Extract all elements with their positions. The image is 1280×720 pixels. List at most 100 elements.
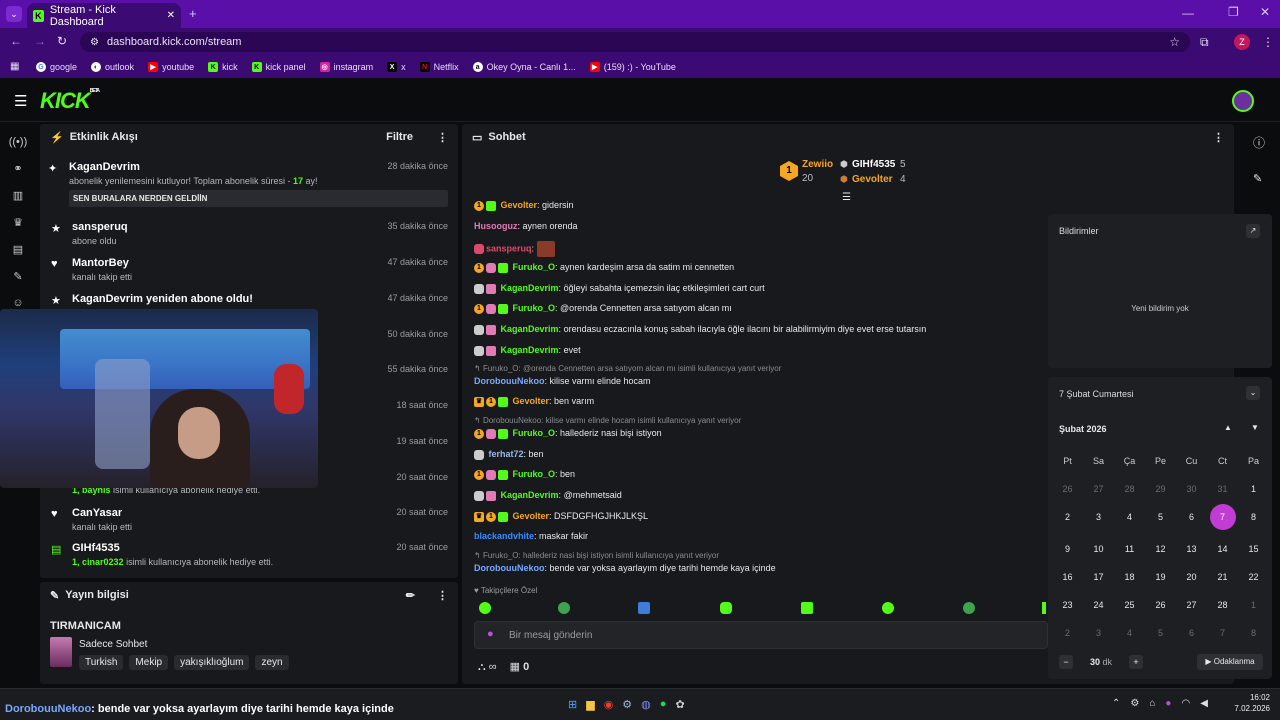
calendar-day[interactable]: 6: [1176, 624, 1207, 642]
calendar-day[interactable]: 16: [1052, 568, 1083, 586]
calendar-day[interactable]: 2: [1052, 508, 1083, 526]
bookmark-kick-panel[interactable]: Kkick panel: [251, 62, 306, 72]
calendar-day[interactable]: 31: [1207, 480, 1238, 498]
calendar-day[interactable]: 18: [1114, 568, 1145, 586]
edit-icon[interactable]: ✏: [406, 589, 415, 602]
user-avatar[interactable]: [1232, 90, 1254, 112]
open-notifications-icon[interactable]: ↗: [1246, 224, 1260, 238]
emote-icon[interactable]: [720, 602, 732, 614]
calendar-day[interactable]: 14: [1207, 540, 1238, 558]
previous-month-icon[interactable]: ▲: [1224, 423, 1232, 432]
kick-logo[interactable]: KICKBETA: [40, 88, 100, 114]
bookmark-google[interactable]: Ggoogle: [36, 62, 77, 72]
more-options-icon[interactable]: ⋮: [437, 131, 448, 144]
video-icon[interactable]: ▤: [13, 243, 23, 256]
calendar-day[interactable]: 17: [1083, 568, 1114, 586]
more-options-icon[interactable]: ⋮: [1213, 131, 1224, 144]
tag[interactable]: Mekip: [129, 655, 169, 670]
calendar-day[interactable]: 1: [1238, 480, 1269, 498]
mic-icon[interactable]: ●: [1165, 698, 1171, 709]
calendar-day[interactable]: 1: [1238, 596, 1269, 614]
calendar-day[interactable]: 11: [1114, 540, 1145, 558]
calendar-day[interactable]: 12: [1145, 540, 1176, 558]
apps-icon[interactable]: ▦: [10, 61, 19, 72]
tab-kick-dashboard[interactable]: K Stream - Kick Dashboard ✕: [27, 3, 181, 28]
analytics-icon[interactable]: ▥: [13, 189, 23, 202]
calendar-day[interactable]: 7: [1207, 624, 1238, 642]
hamburger-menu-icon[interactable]: ☰: [14, 92, 27, 110]
calendar-day[interactable]: 29: [1145, 480, 1176, 498]
calendar-day[interactable]: 3: [1083, 508, 1114, 526]
chrome-icon[interactable]: ◉: [604, 698, 614, 711]
calendar-day[interactable]: 23: [1052, 596, 1083, 614]
calendar-day[interactable]: 6: [1176, 508, 1207, 526]
bookmark-youtube-2[interactable]: ▶ (159) :) - YouTube: [589, 62, 676, 72]
emote-icon[interactable]: [882, 602, 894, 614]
calendar-day[interactable]: 7: [1209, 504, 1236, 530]
info-icon[interactable]: ⓘ: [1253, 134, 1265, 151]
calendar-day[interactable]: 28: [1207, 596, 1238, 614]
calendar-day[interactable]: 10: [1083, 540, 1114, 558]
file-explorer-icon[interactable]: ▆: [586, 698, 594, 711]
more-options-icon[interactable]: ⋮: [437, 589, 448, 602]
chat-input[interactable]: ● Bir mesaj gönderin: [474, 621, 1048, 649]
trophy-icon[interactable]: ♛: [13, 216, 23, 229]
users-icon[interactable]: ☺: [12, 297, 23, 309]
calendar-day[interactable]: 22: [1238, 568, 1269, 586]
bookmark-netflix[interactable]: N Netflix: [419, 62, 459, 72]
profile-avatar[interactable]: Z: [1234, 34, 1250, 50]
steam-icon[interactable]: ⚙: [622, 698, 632, 711]
microphone-icon[interactable]: ●: [487, 628, 494, 640]
filter-button[interactable]: Filtre: [386, 131, 413, 143]
url-bar[interactable]: ⚙ dashboard.kick.com/stream ☆: [80, 32, 1190, 52]
tab-close-icon[interactable]: ✕: [167, 10, 175, 21]
discord-icon[interactable]: ◍: [641, 698, 651, 711]
focus-increase-button[interactable]: +: [1129, 655, 1143, 669]
forward-icon[interactable]: →: [34, 34, 46, 48]
windows-start-icon[interactable]: ⊞: [568, 698, 577, 711]
store-icon[interactable]: ▦: [510, 661, 520, 673]
wifi-icon[interactable]: ◠: [1181, 698, 1190, 709]
emote-icon[interactable]: [963, 602, 975, 614]
bookmark-outlook[interactable]: ◐ outlook: [91, 62, 134, 72]
browser-menu-icon[interactable]: ⋮: [1262, 35, 1274, 49]
bookmark-instagram[interactable]: ◎ instagram: [319, 62, 373, 72]
reload-icon[interactable]: ↻: [57, 34, 67, 48]
collapse-calendar-icon[interactable]: ⌄: [1246, 386, 1260, 400]
emote-icon[interactable]: [479, 602, 491, 614]
calendar-day[interactable]: 27: [1176, 596, 1207, 614]
calendar-day[interactable]: 21: [1207, 568, 1238, 586]
calendar-day[interactable]: 26: [1052, 480, 1083, 498]
calendar-day[interactable]: 30: [1176, 480, 1207, 498]
extensions-icon[interactable]: ⧉: [1200, 35, 1209, 50]
bookmark-youtube[interactable]: ▶ youtube: [148, 62, 194, 72]
calendar-day[interactable]: 15: [1238, 540, 1269, 558]
volume-icon[interactable]: ◀: [1200, 698, 1208, 709]
calendar-day[interactable]: 26: [1145, 596, 1176, 614]
calendar-day[interactable]: 9: [1052, 540, 1083, 558]
points-icon[interactable]: ⛬: [478, 661, 486, 673]
emote-icon[interactable]: [801, 602, 813, 614]
bookmark-star-icon[interactable]: ☆: [1169, 35, 1180, 49]
emote-icon[interactable]: [638, 602, 650, 614]
calendar-day[interactable]: 3: [1083, 624, 1114, 642]
calendar-day[interactable]: 25: [1114, 596, 1145, 614]
emote-icon[interactable]: [558, 602, 570, 614]
clock[interactable]: 16:02 7.02.2026: [1232, 693, 1270, 713]
site-info-icon[interactable]: ⚙: [90, 37, 99, 48]
bookmark-okey[interactable]: a Okey Oyna - Canlı 1...: [472, 62, 576, 72]
calendar-day[interactable]: 24: [1083, 596, 1114, 614]
close-window-icon[interactable]: ✕: [1260, 5, 1270, 19]
pencil-icon[interactable]: ✎: [1253, 172, 1262, 185]
leaderboard-expand-icon[interactable]: ☰: [842, 192, 851, 203]
calendar-day[interactable]: 5: [1145, 508, 1176, 526]
next-month-icon[interactable]: ▼: [1251, 423, 1259, 432]
emote-icon[interactable]: [1042, 602, 1046, 614]
bookmark-x[interactable]: Xx: [387, 62, 406, 72]
link-icon[interactable]: ⚭: [13, 162, 22, 175]
tray-expand-icon[interactable]: ⌃: [1112, 698, 1120, 709]
tools-icon[interactable]: ✎: [13, 270, 22, 283]
calendar-day[interactable]: 28: [1114, 480, 1145, 498]
tab-menu-button[interactable]: ⌄: [6, 6, 22, 22]
back-icon[interactable]: ←: [10, 34, 22, 48]
